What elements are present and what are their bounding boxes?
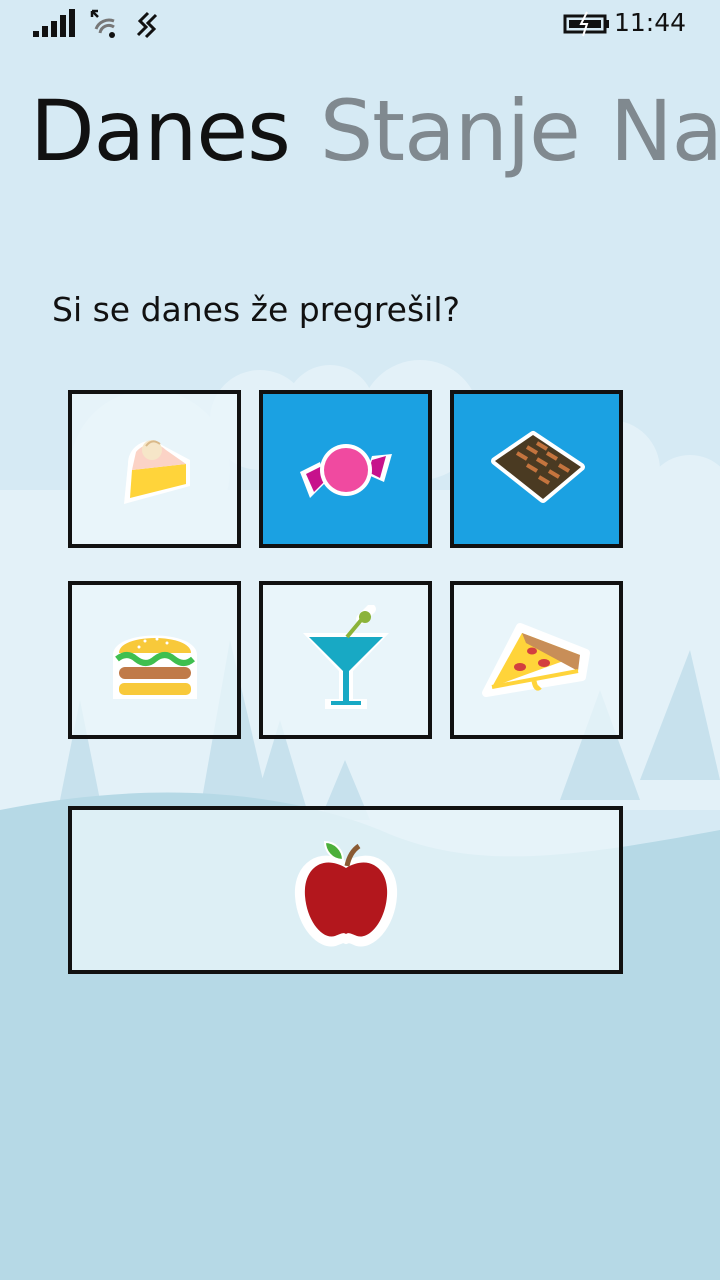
- apple-icon: [294, 840, 397, 947]
- pizza-slice-icon: [481, 623, 590, 697]
- chocolate-bar-icon: [490, 431, 585, 503]
- tile-chocolate[interactable]: [450, 390, 623, 548]
- pivot-header: Danes Stanje Nas: [0, 76, 720, 186]
- cake-slice-icon: [123, 440, 190, 504]
- signal-strength-icon: [33, 9, 75, 37]
- candy-icon: [299, 444, 392, 498]
- tile-candy[interactable]: [259, 390, 432, 548]
- tile-pizza[interactable]: [450, 581, 623, 739]
- tile-burger[interactable]: [68, 581, 241, 739]
- tab-stanje[interactable]: Stanje: [320, 76, 581, 186]
- tile-cocktail[interactable]: [259, 581, 432, 739]
- status-bar: 11:44: [0, 0, 720, 46]
- tab-danes[interactable]: Danes: [30, 76, 291, 186]
- tile-cake[interactable]: [68, 390, 241, 548]
- tab-nas[interactable]: Nas: [610, 76, 720, 186]
- tile-apple[interactable]: [68, 806, 623, 974]
- status-time: 11:44: [613, 8, 686, 37]
- wifi-icon: [90, 9, 115, 38]
- vibrate-icon: [136, 11, 158, 39]
- cocktail-icon: [302, 605, 389, 709]
- burger-icon: [112, 635, 197, 699]
- battery-charging-icon: [563, 11, 609, 37]
- question-text: Si se danes že pregrešil?: [52, 290, 461, 329]
